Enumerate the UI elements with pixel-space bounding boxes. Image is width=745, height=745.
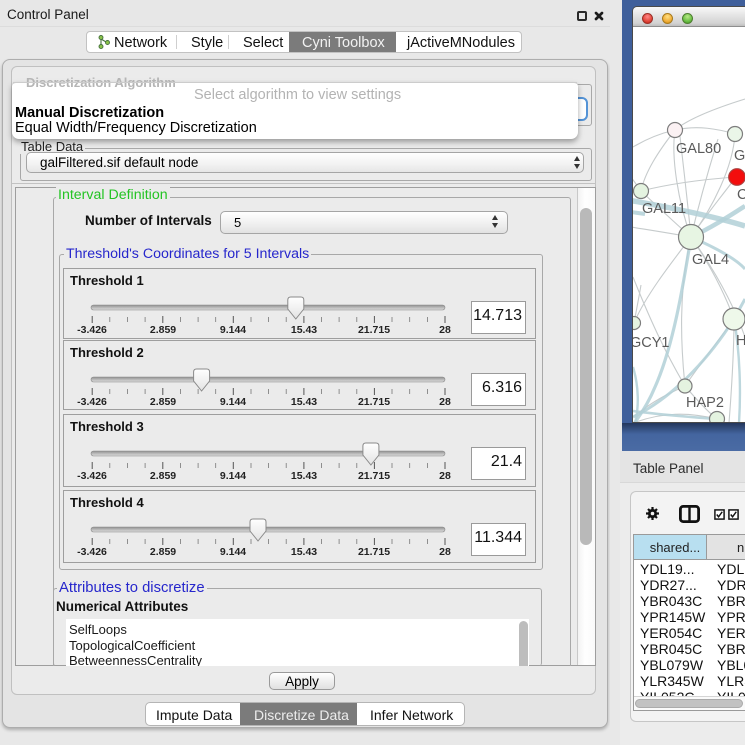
svg-text:GA: GA	[734, 148, 745, 164]
svg-text:GCY1: GCY1	[633, 335, 670, 351]
svg-text:GAL80: GAL80	[676, 141, 721, 157]
svg-text:HAP2: HAP2	[686, 395, 724, 411]
svg-text:H: H	[736, 333, 745, 349]
svg-text:GAL11: GAL11	[642, 201, 686, 217]
svg-text:GAL4: GAL4	[692, 252, 729, 268]
svg-text:C: C	[737, 187, 745, 203]
